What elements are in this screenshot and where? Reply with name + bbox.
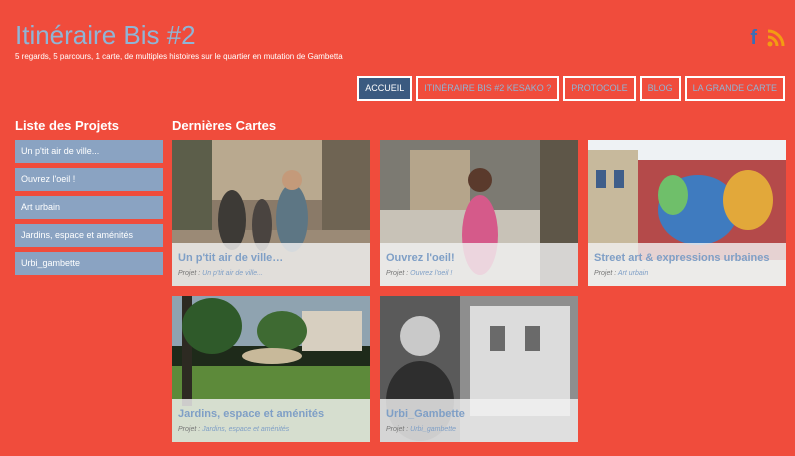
card-project: Projet : Jardins, espace et aménités <box>178 426 290 433</box>
card-project-link[interactable]: Ouvrez l'oeil ! <box>410 270 452 277</box>
main-nav: ACCUEIL ITINÉRAIRE BIS #2 KESAKO ? PROTO… <box>357 76 785 101</box>
nav-blog[interactable]: BLOG <box>639 76 681 101</box>
project-item[interactable]: Jardins, espace et aménités <box>15 224 163 247</box>
social-links: f <box>750 28 785 48</box>
latest-maps-heading: Dernières Cartes <box>172 118 277 133</box>
card-title[interactable]: Urbi_Gambette <box>386 408 465 421</box>
card-title[interactable]: Un p'tit air de ville… <box>178 252 283 265</box>
site-title[interactable]: Itinéraire Bis #2 <box>15 20 196 50</box>
site-tagline: 5 regards, 5 parcours, 1 carte, de multi… <box>15 52 343 61</box>
map-card[interactable]: Un p'tit air de ville… Projet : Un p'tit… <box>172 140 370 286</box>
card-project-link[interactable]: Urbi_gambette <box>410 426 456 433</box>
nav-grande-carte[interactable]: LA GRANDE CARTE <box>684 76 785 101</box>
facebook-icon[interactable]: f <box>750 28 757 48</box>
project-item[interactable]: Ouvrez l'oeil ! <box>15 168 163 191</box>
project-item[interactable]: Un p'tit air de ville... <box>15 140 163 163</box>
card-title[interactable]: Street art & expressions urbaines <box>594 252 769 265</box>
card-project: Projet : Urbi_gambette <box>386 426 457 433</box>
projects-heading: Liste des Projets <box>15 118 120 133</box>
nav-kesako[interactable]: ITINÉRAIRE BIS #2 KESAKO ? <box>416 76 560 101</box>
card-title[interactable]: Jardins, espace et aménités <box>178 408 324 421</box>
card-title[interactable]: Ouvrez l'oeil! <box>386 252 455 265</box>
card-project: Projet : Un p'tit air de ville... <box>178 270 264 277</box>
rss-icon[interactable] <box>767 29 785 47</box>
card-project: Projet : Ouvrez l'oeil ! <box>386 270 453 277</box>
card-project-link[interactable]: Art urbain <box>618 270 648 277</box>
map-card[interactable]: Urbi_Gambette Projet : Urbi_gambette <box>380 296 578 442</box>
map-card[interactable]: Ouvrez l'oeil! Projet : Ouvrez l'oeil ! <box>380 140 578 286</box>
map-card[interactable]: Jardins, espace et aménités Projet : Jar… <box>172 296 370 442</box>
card-project: Projet : Art urbain <box>594 270 649 277</box>
project-item[interactable]: Art urbain <box>15 196 163 219</box>
card-project-link[interactable]: Jardins, espace et aménités <box>202 426 289 433</box>
nav-protocole[interactable]: PROTOCOLE <box>563 76 636 101</box>
project-list: Un p'tit air de ville... Ouvrez l'oeil !… <box>15 140 163 280</box>
project-item[interactable]: Urbi_gambette <box>15 252 163 275</box>
map-card[interactable]: Street art & expressions urbaines Projet… <box>588 140 786 286</box>
nav-accueil[interactable]: ACCUEIL <box>357 76 413 101</box>
card-project-link[interactable]: Un p'tit air de ville... <box>202 270 263 277</box>
